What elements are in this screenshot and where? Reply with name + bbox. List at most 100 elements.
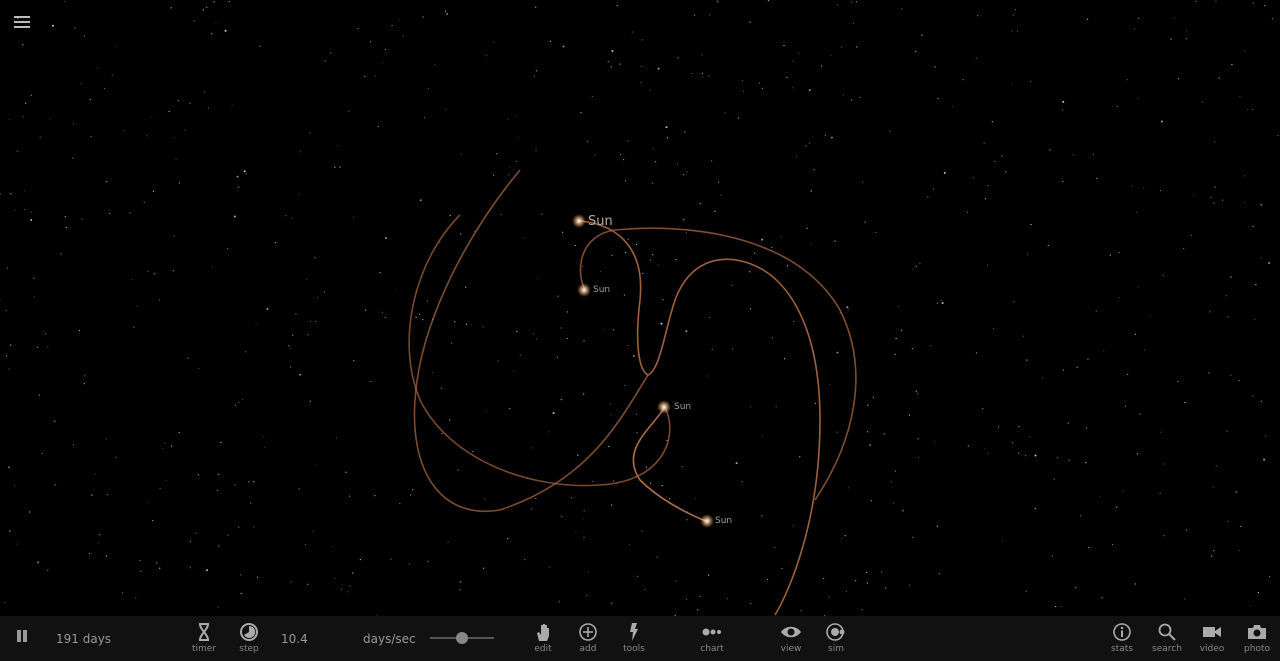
star [352, 572, 354, 574]
star [800, 610, 802, 612]
star [241, 399, 244, 401]
edit-button[interactable]: edit [521, 622, 565, 654]
star [531, 447, 534, 449]
star [669, 498, 671, 500]
star [1260, 203, 1263, 206]
star [170, 7, 172, 9]
star [808, 142, 811, 144]
simulation-view[interactable] [0, 0, 1280, 616]
search-button[interactable]: search [1145, 622, 1189, 654]
star [1131, 185, 1133, 187]
star [535, 70, 538, 72]
star [536, 338, 538, 340]
menu-icon[interactable] [14, 14, 30, 30]
star [236, 175, 239, 178]
star [369, 41, 372, 43]
speed-slider[interactable] [430, 632, 494, 644]
star [136, 305, 138, 307]
star [173, 235, 175, 237]
star [837, 4, 839, 6]
sun-body[interactable] [577, 283, 591, 297]
star [94, 473, 96, 475]
star [384, 236, 387, 239]
body-label[interactable]: Sun [674, 402, 691, 412]
tools-button[interactable]: tools [612, 622, 656, 654]
star [8, 529, 11, 532]
photo-button[interactable]: photo [1235, 622, 1279, 654]
star [1111, 543, 1114, 546]
star [0, 299, 1, 301]
step-button[interactable]: step [227, 622, 271, 654]
sim-button[interactable]: sim [814, 622, 858, 654]
star [786, 265, 789, 267]
star [1022, 335, 1024, 337]
star [628, 543, 630, 546]
stats-button[interactable]: stats [1100, 622, 1144, 654]
speed-unit[interactable]: days/sec [363, 632, 416, 646]
star [660, 322, 663, 325]
star [967, 445, 969, 447]
star [285, 215, 287, 217]
star [315, 464, 317, 466]
star [872, 396, 874, 398]
star [741, 481, 743, 483]
star [1230, 374, 1232, 376]
star [348, 110, 350, 112]
star [805, 145, 807, 147]
sun-body[interactable] [572, 214, 586, 228]
star [583, 393, 585, 395]
add-button[interactable]: add [566, 622, 610, 654]
star [129, 212, 131, 214]
star [742, 90, 745, 92]
star [309, 400, 311, 402]
star [1277, 134, 1279, 137]
view-button[interactable]: view [769, 622, 813, 654]
star [1085, 462, 1087, 464]
chart-button[interactable]: chart [690, 622, 734, 654]
star [986, 264, 989, 266]
star [384, 317, 387, 319]
star [24, 208, 26, 211]
video-button[interactable]: video [1190, 622, 1234, 654]
star [708, 75, 710, 77]
star [347, 591, 349, 593]
star [531, 508, 533, 510]
star [1086, 18, 1089, 20]
slider-knob[interactable] [456, 632, 468, 644]
star [699, 595, 701, 598]
star [43, 330, 45, 332]
star [658, 264, 660, 266]
body-label[interactable]: Sun [593, 285, 610, 295]
star [855, 1, 858, 3]
star [485, 410, 487, 413]
star [493, 174, 495, 176]
star [611, 504, 613, 506]
star [298, 193, 300, 195]
star [264, 446, 266, 448]
star [771, 337, 773, 339]
timer-button[interactable]: timer [182, 622, 226, 654]
star [1269, 575, 1271, 578]
body-label[interactable]: Sun [715, 516, 732, 526]
star [146, 501, 148, 503]
star [934, 66, 936, 68]
star [631, 31, 633, 33]
star [1238, 379, 1240, 382]
star [1209, 311, 1211, 313]
star [184, 129, 186, 131]
pause-button[interactable] [0, 629, 44, 643]
star [987, 453, 989, 455]
body-label[interactable]: Sun [588, 214, 613, 229]
star [1136, 453, 1138, 455]
star [848, 309, 850, 311]
speed-value[interactable]: 10.4 [281, 632, 308, 646]
star [173, 137, 175, 139]
star [780, 236, 782, 238]
tools-label: tools [623, 644, 645, 654]
star [1067, 422, 1069, 424]
star [1263, 458, 1266, 461]
star [238, 526, 240, 528]
sun-body[interactable] [657, 400, 671, 414]
sun-body[interactable] [700, 514, 714, 528]
star [51, 24, 54, 27]
